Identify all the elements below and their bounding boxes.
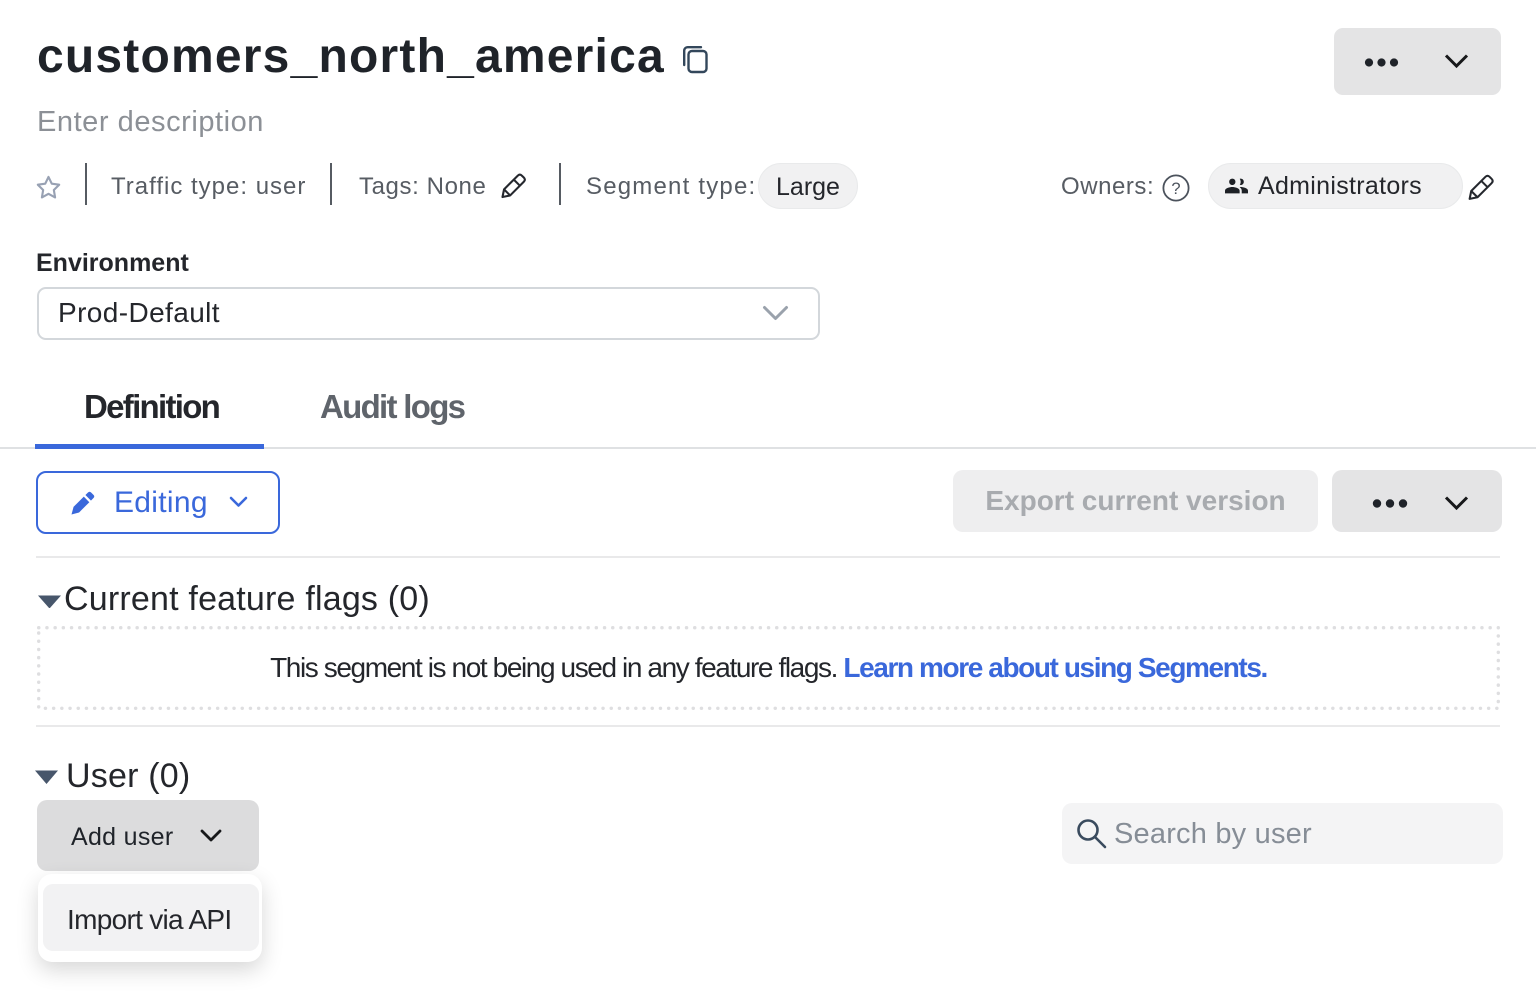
svg-text:?: ? [1171, 180, 1180, 198]
